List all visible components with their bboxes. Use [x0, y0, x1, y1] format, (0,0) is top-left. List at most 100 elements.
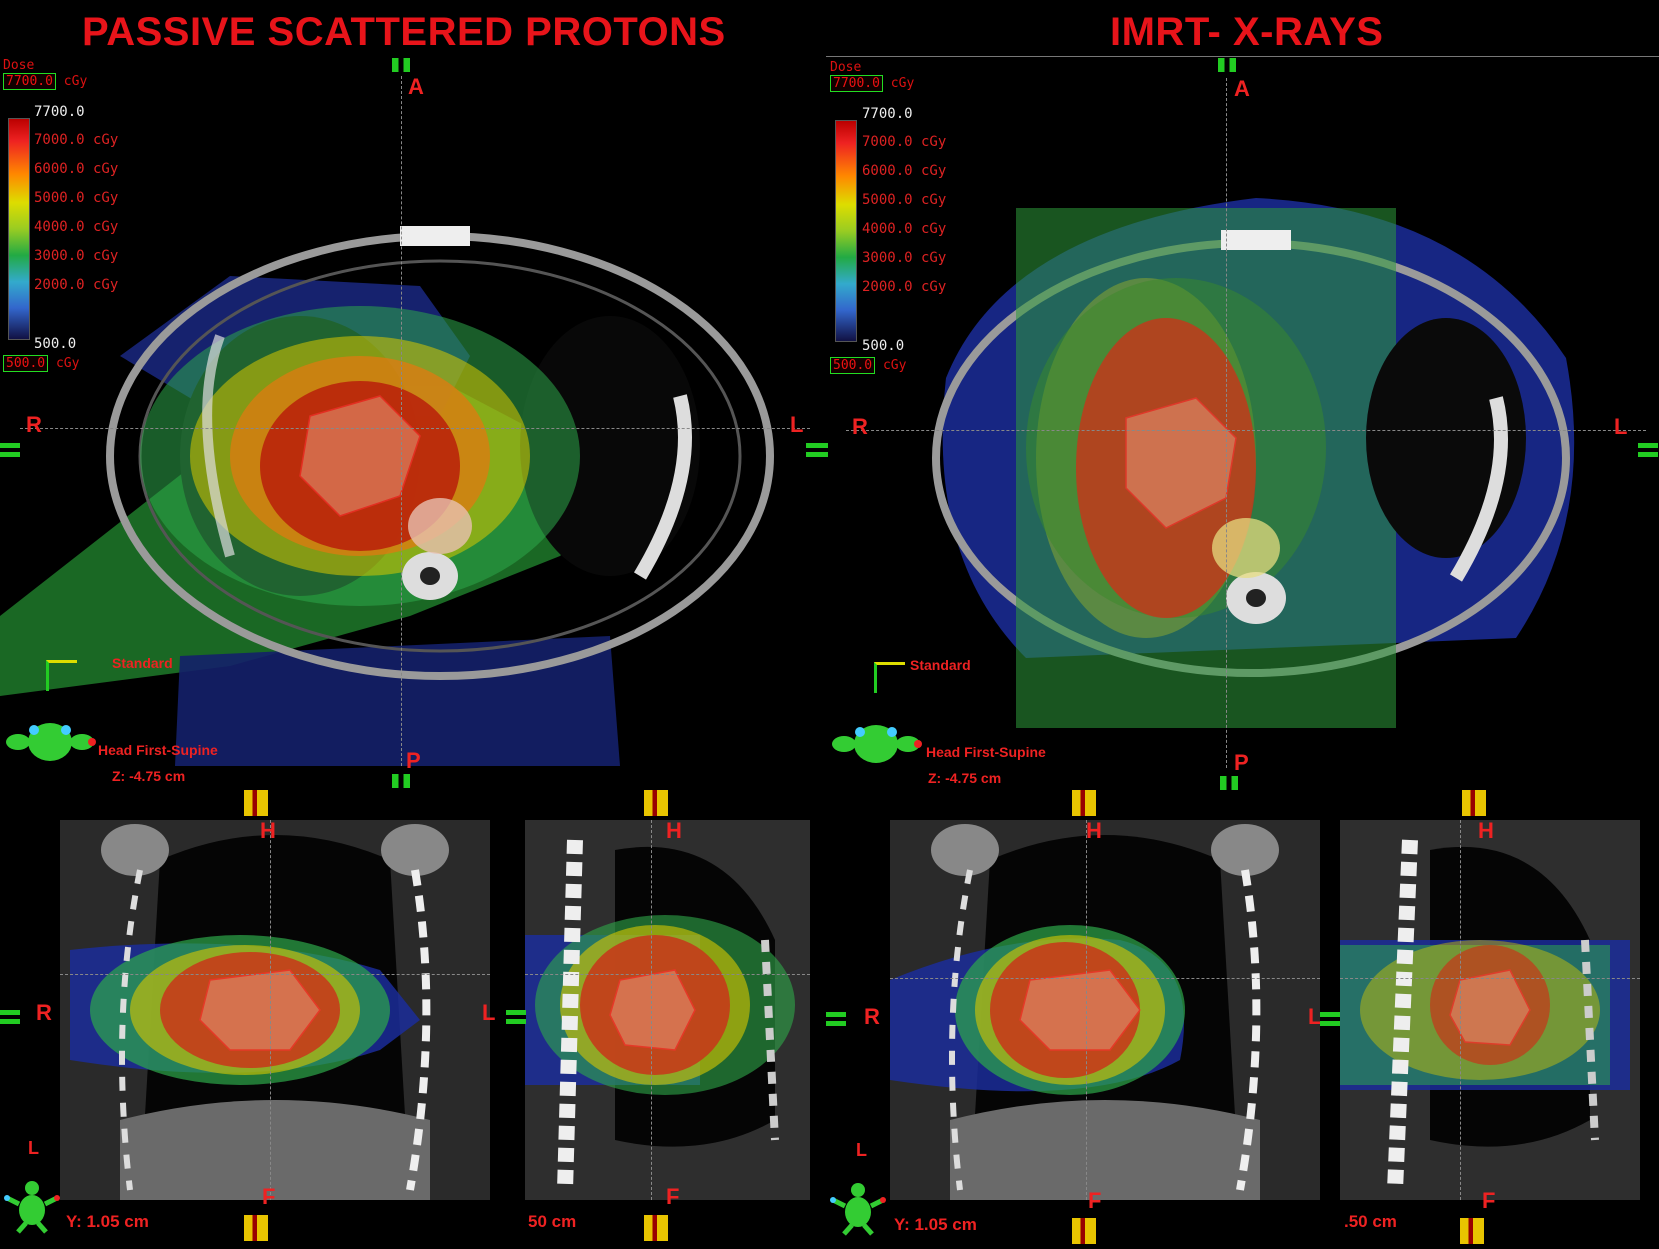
right-sagittal-crosshair-h	[1340, 978, 1640, 979]
left-sagittal-image	[525, 820, 810, 1200]
right-axial-left-label: L	[1614, 414, 1628, 439]
left-tick-0: 7000.0 cGy	[34, 132, 119, 148]
right-dose-top-value: 7700.0	[862, 106, 913, 122]
left-coronal-left-label: L	[482, 1000, 496, 1025]
left-tick-2: 5000.0 cGy	[34, 190, 119, 206]
left-patient-position: Head First-Supine	[98, 742, 218, 758]
right-coronal-crosshair-h	[890, 978, 1320, 979]
left-patient-orientation-icon	[4, 722, 96, 762]
right-view-name: Standard	[910, 657, 971, 673]
left-coronal-y-coord: Y: 1.05 cm	[66, 1212, 149, 1231]
right-view-corner-icon	[874, 662, 905, 693]
left-dose-max-unit: cGy	[63, 74, 88, 89]
right-axial-view[interactable]	[826, 58, 1659, 786]
right-axial-right-marker[interactable]	[1638, 443, 1658, 457]
left-tick-1: 6000.0 cGy	[34, 161, 119, 177]
right-axial-anterior-label: A	[1234, 76, 1250, 101]
left-axial-left-marker[interactable]	[0, 443, 20, 457]
right-coronal-side-marker[interactable]	[826, 1012, 846, 1026]
left-sagittal-coord: 50 cm	[528, 1212, 577, 1231]
right-tick-0: 7000.0 cGy	[862, 134, 947, 150]
left-axial-view[interactable]	[0, 56, 820, 786]
left-coronal-foot-label: F	[262, 1184, 276, 1209]
left-dose-min-field[interactable]: 500.0	[3, 355, 49, 372]
right-coronal-crosshair-v	[1086, 820, 1087, 1200]
left-dose-min: 500.0 cGy	[3, 355, 79, 372]
right-title: IMRT- X-RAYS	[1110, 10, 1384, 54]
left-sagittal-view[interactable]	[525, 820, 810, 1200]
right-sagittal-crosshair-v	[1460, 820, 1461, 1200]
left-dose-max-field[interactable]: 7700.0	[3, 73, 56, 90]
left-coronal-top-marker[interactable]	[244, 790, 268, 816]
right-sagittal-view[interactable]	[1340, 820, 1640, 1200]
left-axial-crosshair-v	[401, 76, 402, 766]
left-z-coord: Z: -4.75 cm	[112, 768, 186, 784]
left-dose-legend: Dose 7700.0 cGy	[3, 58, 87, 90]
left-dose-top-value: 7700.0	[34, 104, 85, 120]
left-axial-anterior-label: A	[408, 74, 424, 99]
left-axial-crosshair-h	[20, 428, 810, 429]
right-dose-min-unit: cGy	[882, 358, 907, 373]
left-coronal-view[interactable]	[60, 820, 490, 1200]
right-axial-crosshair-v	[1226, 78, 1227, 768]
right-axial-left-marker[interactable]	[808, 443, 828, 457]
left-axial-top-marker[interactable]	[392, 58, 410, 72]
right-dose-label: Dose	[830, 60, 862, 75]
left-sagittal-head-label: H	[666, 818, 682, 843]
left-axial-bottom-marker[interactable]	[392, 774, 410, 788]
right-coronal-top-marker[interactable]	[1072, 790, 1096, 816]
left-tick-5: 2000.0 cGy	[34, 277, 119, 293]
left-tick-4: 3000.0 cGy	[34, 248, 119, 264]
right-sagittal-foot-label: F	[1482, 1188, 1496, 1213]
right-tick-1: 6000.0 cGy	[862, 163, 947, 179]
left-view-corner-icon	[46, 660, 77, 691]
right-sagittal-side-marker[interactable]	[1320, 1012, 1340, 1026]
left-axial-left-label: L	[790, 412, 804, 437]
left-sagittal-top-marker[interactable]	[644, 790, 668, 816]
right-sagittal-top-marker[interactable]	[1462, 790, 1486, 816]
right-dose-max-field[interactable]: 7700.0	[830, 75, 883, 92]
right-coronal-patient-icon	[830, 1180, 886, 1236]
right-coronal-right-label: R	[864, 1004, 880, 1029]
top-divider	[826, 56, 1659, 57]
right-dose-bottom-value: 500.0	[862, 338, 905, 354]
left-dose-bottom-value: 500.0	[34, 336, 77, 352]
left-coronal-bottom-marker[interactable]	[244, 1215, 268, 1241]
left-view-name: Standard	[112, 655, 173, 671]
left-sagittal-bottom-marker[interactable]	[644, 1215, 668, 1241]
right-dose-min: 500.0 cGy	[830, 357, 906, 374]
right-dose-max-unit: cGy	[890, 76, 915, 91]
left-sagittal-foot-label: F	[666, 1184, 680, 1209]
right-dose-legend: Dose 7700.0 cGy	[830, 60, 914, 92]
left-sagittal-crosshair-v	[651, 820, 652, 1200]
right-tick-3: 4000.0 cGy	[862, 221, 947, 237]
right-coronal-bottom-marker[interactable]	[1072, 1218, 1096, 1244]
left-dose-colorbar[interactable]	[8, 118, 30, 340]
right-axial-top-marker[interactable]	[1218, 58, 1236, 72]
right-tick-4: 3000.0 cGy	[862, 250, 947, 266]
right-patient-orientation-icon	[830, 724, 922, 764]
right-coronal-view[interactable]	[890, 820, 1320, 1200]
left-dose-min-unit: cGy	[55, 356, 80, 371]
right-axial-crosshair-h	[846, 430, 1646, 431]
left-coronal-side-marker[interactable]	[0, 1010, 20, 1024]
left-dose-label: Dose	[3, 58, 35, 73]
left-sagittal-side-marker[interactable]	[506, 1010, 526, 1024]
left-coronal-corner-L: L	[28, 1138, 39, 1158]
right-sagittal-coord: .50 cm	[1344, 1212, 1397, 1231]
left-coronal-patient-icon	[4, 1178, 60, 1234]
right-axial-bottom-marker[interactable]	[1220, 776, 1238, 790]
right-coronal-corner-L: L	[856, 1140, 867, 1160]
right-patient-position: Head First-Supine	[926, 744, 1046, 760]
right-coronal-y-coord: Y: 1.05 cm	[894, 1215, 977, 1234]
right-coronal-foot-label: F	[1088, 1188, 1102, 1213]
right-sagittal-image	[1340, 820, 1640, 1200]
left-coronal-crosshair-h	[60, 974, 490, 975]
left-coronal-head-label: H	[260, 818, 276, 843]
left-title: PASSIVE SCATTERED PROTONS	[82, 10, 726, 54]
right-sagittal-bottom-marker[interactable]	[1460, 1218, 1484, 1244]
right-dose-colorbar[interactable]	[835, 120, 857, 342]
right-dose-min-field[interactable]: 500.0	[830, 357, 876, 374]
right-coronal-head-label: H	[1086, 818, 1102, 843]
left-axial-posterior-label: P	[406, 748, 421, 773]
